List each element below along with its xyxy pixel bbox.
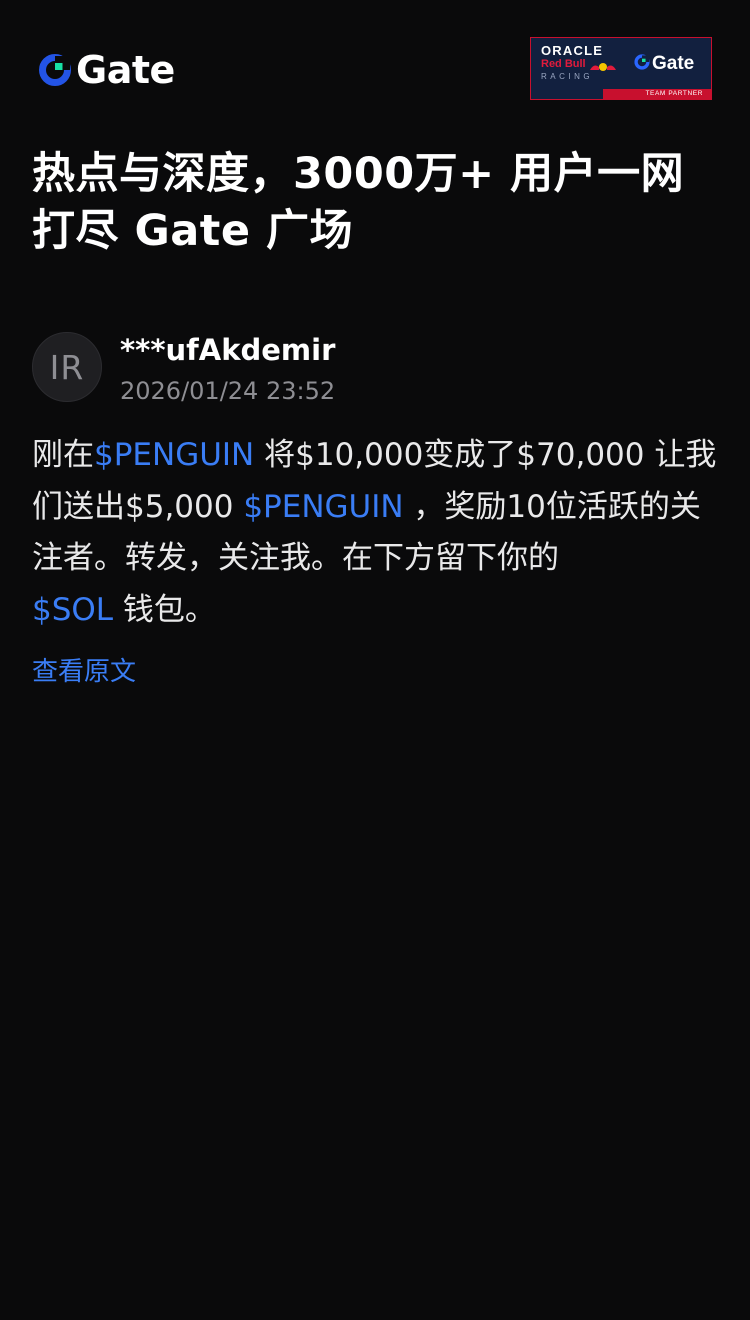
header: Gate ORACLE Red Bull RACING Gate TEAM PA bbox=[0, 0, 750, 140]
avatar[interactable]: IR bbox=[32, 332, 102, 402]
team-partner-badge: ORACLE Red Bull RACING Gate TEAM PARTNER bbox=[530, 37, 712, 100]
gate-logo-icon bbox=[36, 51, 74, 89]
author-name[interactable]: ***ufAkdemir bbox=[120, 332, 335, 368]
gate-logo[interactable]: Gate bbox=[36, 48, 175, 92]
team-partner-caption: TEAM PARTNER bbox=[645, 90, 703, 97]
tag-link-penguin[interactable]: $PENGUIN bbox=[94, 437, 254, 473]
gate-logo-text: Gate bbox=[76, 48, 175, 92]
post-text: 钱包。 bbox=[113, 591, 216, 628]
redbull-label: Red Bull bbox=[541, 58, 586, 70]
racing-label: RACING bbox=[541, 72, 594, 81]
partner-gate-logo: Gate bbox=[633, 53, 694, 75]
post-timestamp: 2026/01/24 23:52 bbox=[120, 377, 336, 405]
gate-logo-icon bbox=[633, 53, 651, 75]
oracle-label: ORACLE bbox=[541, 43, 604, 58]
post-author: IR ***ufAkdemir 2026/01/24 23:52 bbox=[32, 331, 722, 405]
tag-link-penguin[interactable]: $PENGUIN bbox=[243, 489, 403, 525]
tag-link-sol[interactable]: $SOL bbox=[32, 592, 113, 628]
post-body: 刚在$PENGUIN 将$10,000变成了$70,000 让我们送出$5,00… bbox=[32, 430, 722, 636]
view-original-link[interactable]: 查看原文 bbox=[32, 655, 136, 689]
bull-icon bbox=[589, 58, 617, 77]
page-headline: 热点与深度，3000万+ 用户一网打尽 Gate 广场 bbox=[32, 149, 685, 256]
post-text: 刚在 bbox=[32, 437, 94, 473]
partner-gate-text: Gate bbox=[652, 53, 695, 74]
